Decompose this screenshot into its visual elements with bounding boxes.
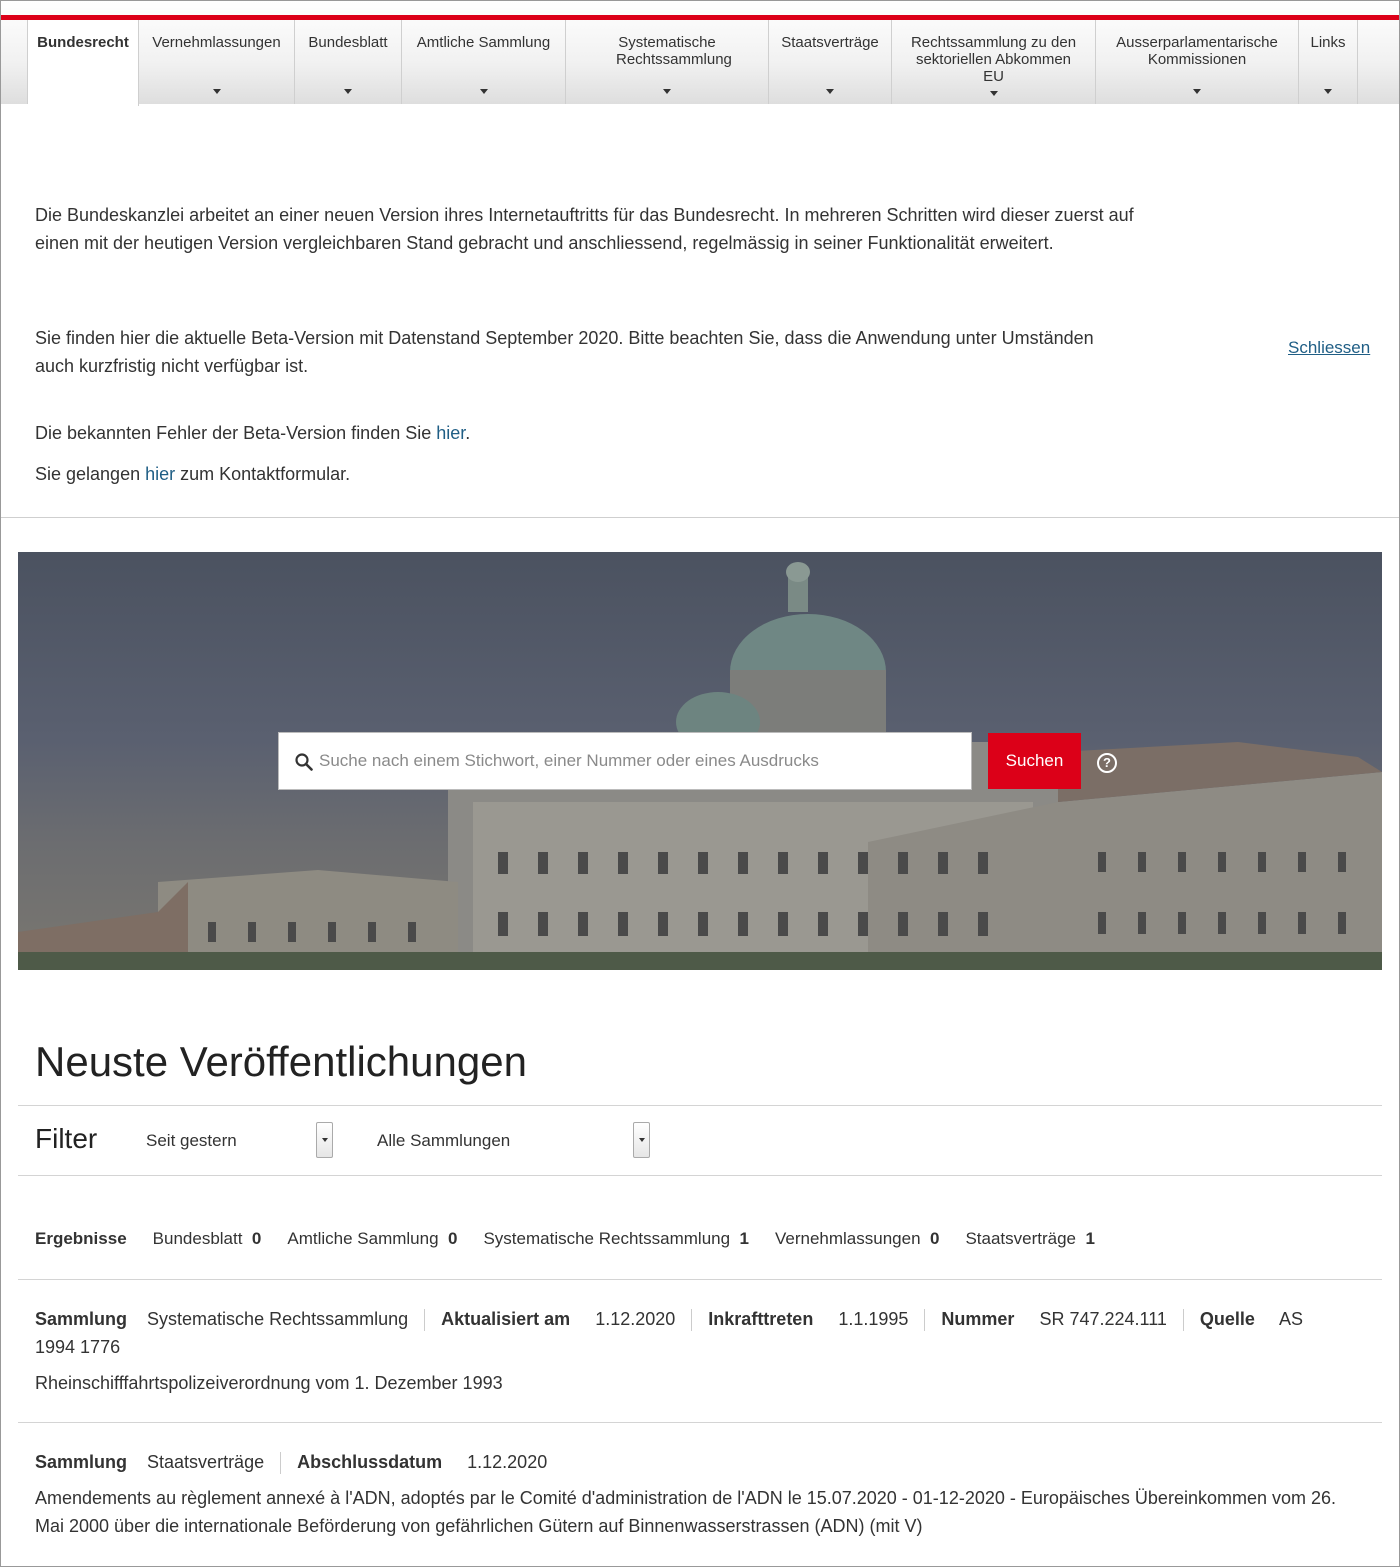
meta-value-quelle[interactable]: AS — [1279, 1309, 1303, 1329]
nav-item-vernehmlassungen[interactable]: Vernehmlassungen — [139, 20, 295, 104]
chevron-down-icon — [989, 91, 998, 96]
result-count-amtliche-sammlung[interactable]: Amtliche Sammlung 0 — [287, 1229, 457, 1249]
notice-paragraph-2: Sie finden hier die aktuelle Beta-Versio… — [35, 328, 1094, 376]
chevron-down-icon[interactable] — [316, 1122, 333, 1158]
nav-item-staatsvertraege[interactable]: Staatsverträge — [769, 20, 892, 104]
result-name: Vernehmlassungen — [774, 1229, 921, 1248]
separator — [1182, 1309, 1184, 1332]
meta-value-nummer: SR 747.224.111 — [1039, 1309, 1167, 1329]
meta-key: Aktualisiert am — [441, 1309, 571, 1329]
meta-key: Sammlung — [35, 1309, 128, 1329]
main-navigation: Bundesrecht Vernehmlassungen Bundesblatt… — [1, 20, 1399, 106]
nav-item-ausserparlamentarische-kommissionen[interactable]: Ausserparlamentarische Kommissionen — [1096, 20, 1299, 104]
meta-key: Sammlung — [35, 1452, 128, 1472]
contact-form-link[interactable]: hier — [145, 464, 175, 484]
search-input[interactable] — [319, 733, 959, 789]
divider — [18, 1279, 1382, 1280]
search-field[interactable] — [278, 732, 972, 790]
separator — [691, 1309, 693, 1332]
filter-heading: Filter — [35, 1123, 98, 1154]
chevron-down-icon — [212, 89, 221, 94]
publication-meta: Sammlung Staatsverträge Abschlussdatum 1.… — [35, 1448, 547, 1476]
meta-value-updated: 1.12.2020 — [595, 1309, 676, 1329]
page-title: Neuste Veröffentlichungen — [35, 1038, 527, 1085]
notice-text: zum Kontaktformular. — [175, 464, 351, 484]
nav-item-label: Amtliche Sammlung — [416, 34, 551, 51]
result-name: Staatsverträge — [965, 1229, 1077, 1248]
result-name: Bundesblatt — [152, 1229, 243, 1248]
help-icon[interactable]: ? — [1097, 753, 1117, 773]
meta-key: Inkrafttreten — [708, 1309, 814, 1329]
search-icon — [295, 753, 313, 771]
meta-value-abschluss: 1.12.2020 — [467, 1452, 548, 1472]
results-label: Ergebnisse — [35, 1229, 127, 1248]
meta-key: Quelle — [1199, 1309, 1255, 1329]
search-button[interactable]: Suchen — [988, 733, 1081, 789]
close-notice-link[interactable]: Schliessen — [1288, 338, 1370, 358]
chevron-down-icon — [663, 89, 671, 94]
result-count: 0 — [251, 1229, 262, 1248]
publication-title[interactable]: Amendements au règlement annexé à l'ADN,… — [35, 1484, 1365, 1540]
result-count-bundesblatt[interactable]: Bundesblatt 0 — [153, 1229, 262, 1249]
notice-paragraph-3: Die bekannten Fehler der Beta-Version fi… — [35, 419, 470, 447]
notice-text: Sie gelangen — [35, 464, 146, 484]
result-count-systematische-rechtssammlung[interactable]: Systematische Rechtssammlung 1 — [483, 1229, 749, 1249]
result-count: 1 — [1085, 1229, 1095, 1248]
publication-meta-source[interactable]: 1994 1776 — [35, 1333, 120, 1361]
nav-item-bundesblatt[interactable]: Bundesblatt — [295, 20, 402, 104]
nav-item-label: Systematische Rechtssammlung — [616, 34, 732, 68]
divider — [18, 1105, 1382, 1106]
chevron-down-icon — [344, 89, 352, 94]
chevron-down-icon — [1324, 89, 1332, 94]
chevron-down-icon[interactable] — [633, 1122, 650, 1158]
filter-time-value: Seit gestern — [146, 1131, 237, 1150]
result-name: Amtliche Sammlung — [287, 1229, 439, 1248]
result-name: Systematische Rechtssammlung — [483, 1229, 731, 1248]
filter-time-select[interactable]: Seit gestern — [146, 1122, 334, 1158]
results-summary: Ergebnisse Bundesblatt 0 Amtliche Sammlu… — [35, 1229, 1095, 1249]
meta-key: Abschlussdatum — [297, 1452, 443, 1472]
publication-title[interactable]: Rheinschifffahrtspolizeiverordnung vom 1… — [35, 1369, 503, 1397]
nav-item-systematische-rechtssammlung[interactable]: Systematische Rechtssammlung — [566, 20, 769, 104]
notice-text: . — [465, 423, 471, 443]
chevron-down-icon — [479, 89, 488, 94]
notice-paragraph-4: Sie gelangen hier zum Kontaktformular. — [35, 460, 350, 488]
nav-item-amtliche-sammlung[interactable]: Amtliche Sammlung — [402, 20, 566, 104]
filter-collection-select[interactable]: Alle Sammlungen — [377, 1122, 652, 1158]
separator — [924, 1309, 926, 1332]
divider — [1, 517, 1399, 518]
nav-item-label: Bundesblatt — [308, 34, 388, 51]
notice-text: Die bekannten Fehler der Beta-Version fi… — [35, 423, 437, 443]
nav-item-label: Ausserparlamentarische Kommissionen — [1116, 34, 1278, 68]
divider — [18, 1175, 1382, 1176]
chevron-down-icon — [826, 89, 834, 94]
result-count-vernehmlassungen[interactable]: Vernehmlassungen 0 — [775, 1229, 939, 1249]
meta-value-sammlung: Systematische Rechtssammlung — [147, 1309, 409, 1329]
separator — [280, 1452, 282, 1475]
separator — [424, 1309, 426, 1332]
publication-meta: Sammlung Systematische Rechtssammlung Akt… — [35, 1305, 1303, 1333]
meta-value-inkraft: 1.1.1995 — [838, 1309, 909, 1329]
nav-item-label: Bundesrecht — [37, 34, 129, 51]
notice-paragraph-1: Die Bundeskanzlei arbeitet an einer neue… — [35, 205, 1134, 253]
chevron-down-icon — [1193, 89, 1201, 94]
result-count-staatsvertraege[interactable]: Staatsverträge 1 — [965, 1229, 1094, 1249]
nav-item-label: Staatsverträge — [781, 34, 879, 51]
nav-item-links[interactable]: Links — [1299, 20, 1358, 104]
result-count: 1 — [739, 1229, 749, 1248]
filter-collection-value: Alle Sammlungen — [377, 1131, 511, 1150]
nav-item-bundesrecht[interactable]: Bundesrecht — [28, 20, 139, 106]
result-count: 0 — [448, 1229, 458, 1248]
meta-value-sammlung: Staatsverträge — [147, 1452, 265, 1472]
meta-key: Nummer — [941, 1309, 1015, 1329]
nav-spacer — [1, 20, 28, 104]
nav-item-label: Links — [1310, 34, 1346, 51]
result-count: 0 — [929, 1229, 940, 1248]
nav-item-label: Vernehmlassungen — [152, 34, 281, 51]
known-bugs-link[interactable]: hier — [436, 423, 465, 443]
nav-item-label: Rechtssammlung zu den sektoriellen Abkom… — [910, 34, 1077, 85]
divider — [18, 1422, 1382, 1423]
nav-item-sektorielle-abkommen-eu[interactable]: Rechtssammlung zu den sektoriellen Abkom… — [892, 20, 1096, 104]
